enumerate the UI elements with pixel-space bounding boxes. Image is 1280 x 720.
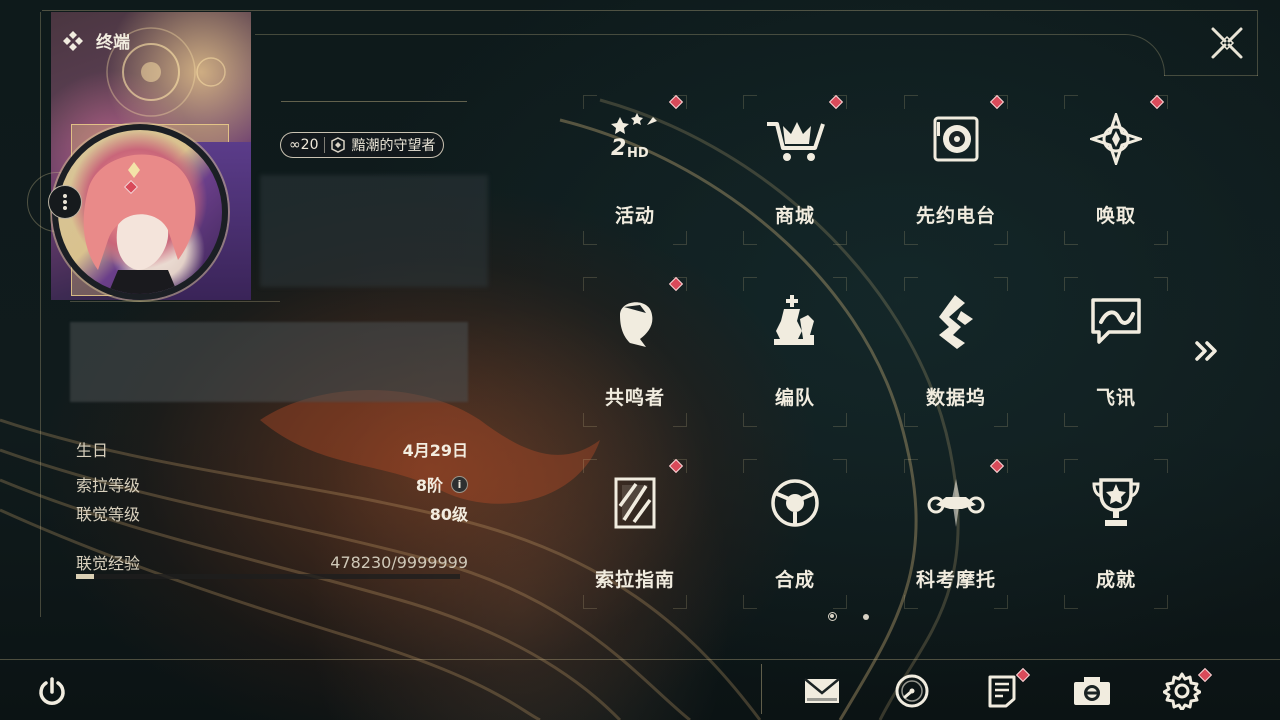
stat-sol-rank: 索拉等级 8阶 i [76,472,468,496]
close-button[interactable] [1206,22,1248,64]
notes-icon [988,675,1016,708]
power-icon [39,677,65,705]
stat-value: 8阶 [415,476,443,495]
stat-birthday: 生日 4月29日 [76,437,468,461]
player-title-badge[interactable]: ∞20 黯潮的守望者 [280,132,445,158]
page-title: 终端 [62,28,130,53]
menu-item-label: 成就 [1095,569,1136,591]
page-indicator [828,612,869,621]
menu-item-messages[interactable]: 飞讯 [1064,277,1168,427]
svg-text:2: 2 [611,136,626,161]
menu-item-label: 共鸣者 [604,387,665,409]
exp-progress-bar [76,574,460,579]
menu-item-events[interactable]: 2 HD 活动 [583,95,687,245]
menu-item-shop[interactable]: 商城 [743,95,847,245]
diamond-cluster-icon [63,30,83,51]
mail-button[interactable] [802,671,842,711]
event-2hd-icon: 2 HD [605,109,665,169]
power-button[interactable] [34,674,70,710]
notes-button[interactable] [982,667,1031,711]
settings-button[interactable] [1162,667,1213,711]
menu-item-label: 索拉指南 [594,569,675,591]
stat-value: 80级 [429,505,468,524]
menu-item-label: 数据坞 [925,387,986,409]
profile-more-button[interactable] [48,185,82,219]
stat-union-exp: 联觉经验 478230/9999999 [76,550,468,574]
stat-label: 生日 [76,441,109,460]
menu-item-label: 科考摩托 [915,569,996,591]
gear-icon [1163,672,1201,710]
frame-inner-line [1164,75,1258,76]
stat-value-wrap: 8阶 i [416,472,468,496]
data-dock-icon [926,291,986,351]
menu-item-team[interactable]: 编队 [743,277,847,427]
next-page-button[interactable] [1192,338,1222,364]
menu-item-label: 商城 [774,205,815,227]
stat-label: 联觉经验 [76,554,141,573]
menu-item-label: 唤取 [1095,205,1136,227]
clock-icon [895,674,929,708]
menu-item-data-dock[interactable]: 数据坞 [904,277,1008,427]
camera-icon [1074,677,1110,705]
exp-progress-fill [76,574,95,579]
convene-compass-icon [1086,109,1146,169]
page-dot-2[interactable] [863,613,869,620]
bottom-bar-divider [761,664,762,714]
svg-text:HD: HD [627,146,649,161]
page-title-text: 终端 [96,33,130,53]
menu-item-achievements[interactable]: 成就 [1064,459,1168,609]
message-bubble-icon [1086,291,1146,351]
stat-union-level: 联觉等级 80级 [76,501,468,525]
more-vertical-icon [63,194,67,210]
menu-item-radio[interactable]: 先约电台 [904,95,1008,245]
menu-item-synthesis[interactable]: 合成 [743,459,847,609]
frame-left-line [40,12,41,617]
synthesis-icon [765,473,825,533]
profile-divider [70,301,280,302]
menu-item-label: 合成 [774,569,815,591]
player-title-text: 黯潮的守望者 [351,138,436,154]
frame-inner-border [255,34,1165,76]
info-icon[interactable]: i [451,475,468,493]
resonator-head-icon [605,291,665,351]
stat-value: 4月29日 [402,441,468,460]
player-name-redacted [260,175,488,287]
avatar-character [83,154,196,294]
menu-item-label: 编队 [774,387,815,409]
double-chevron-right-icon [1195,341,1217,361]
page-dot-1[interactable] [828,612,837,621]
stat-label: 索拉等级 [76,476,141,495]
camera-button[interactable] [1072,671,1112,711]
stat-label: 联觉等级 [76,505,141,524]
frame-top-line [42,10,1257,11]
clock-button[interactable] [892,671,932,711]
menu-item-motorcycle[interactable]: 科考摩托 [904,459,1008,609]
union-level-badge: ∞20 [289,137,319,153]
guide-book-icon [605,473,665,533]
menu-item-convene[interactable]: 唤取 [1064,95,1168,245]
close-icon [1211,27,1243,59]
mail-icon [804,678,840,703]
motorcycle-icon [926,473,986,533]
menu-item-label: 活动 [614,205,655,227]
signature-redacted [70,322,468,402]
frame-right-line [1257,10,1258,76]
menu-item-label: 先约电台 [915,205,996,227]
radio-icon [926,109,986,169]
title-emblem-icon [331,137,346,153]
name-underline [281,101,467,102]
badge-separator [324,137,326,153]
menu-item-guide[interactable]: 索拉指南 [583,459,687,609]
shop-cart-icon [765,109,825,169]
stat-value: 478230/9999999 [330,552,468,572]
menu-item-label: 飞讯 [1095,387,1136,409]
menu-item-resonators[interactable]: 共鸣者 [583,277,687,427]
bottom-bar-line [0,659,1280,660]
avatar[interactable] [52,124,257,300]
trophy-icon [1086,473,1146,533]
chess-team-icon [765,291,825,351]
